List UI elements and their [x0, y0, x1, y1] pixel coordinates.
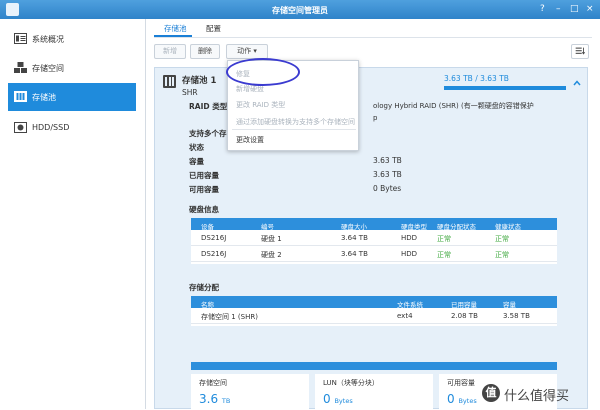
disk-info-title: 硬盘信息 — [189, 205, 219, 214]
cell-type: HDD — [401, 234, 418, 242]
list-view-icon — [575, 47, 586, 55]
menu-item-change-settings[interactable]: 更改设置 — [236, 135, 264, 145]
summary-label: 可用容量 — [447, 379, 475, 387]
table-row[interactable]: 存储空间 1 (SHR) ext4 2.08 TB 3.58 TB — [191, 308, 557, 324]
help-icon[interactable]: ? — [540, 4, 545, 14]
cell-name: 存储空间 1 (SHR) — [201, 313, 258, 321]
menu-separator — [232, 129, 356, 130]
summary-value: 0 — [323, 392, 331, 406]
cell-number: 硬盘 2 — [261, 251, 282, 259]
cell-number: 硬盘 1 — [261, 235, 282, 243]
cell-used: 2.08 TB — [451, 312, 478, 320]
collapse-icon[interactable] — [573, 79, 581, 87]
cell-device: DS216J — [201, 250, 227, 258]
storage-pool-icon — [163, 75, 176, 88]
menu-item-convert-multi-volume[interactable]: 通过添加硬盘转换为支持多个存储空间 — [236, 117, 355, 127]
cell-health-status: 正常 — [495, 251, 509, 259]
delete-button[interactable]: 删除 — [190, 44, 220, 59]
sidebar-item-label: 存储空间 — [32, 64, 64, 73]
overview-icon — [14, 33, 27, 44]
window-title: 存储空间管理员 — [272, 6, 328, 15]
table-row[interactable]: DS216J 硬盘 2 3.64 TB HDD 正常 正常 — [191, 246, 557, 262]
sidebar-item-label: 存储池 — [32, 93, 56, 102]
sidebar-item-hdd-ssd[interactable]: HDD/SSD — [8, 114, 136, 142]
storage-pool-icon — [14, 91, 27, 102]
tab-config[interactable]: 配置 — [206, 23, 221, 34]
maximize-icon[interactable]: □ — [570, 4, 579, 14]
sidebar-item-storage-pool[interactable]: 存储池 — [8, 83, 136, 111]
capacity-value: 3.63 TB — [373, 156, 402, 165]
sidebar: 系统概况 存储空间 存储池 HDD/SSD — [0, 19, 146, 409]
tab-divider — [154, 37, 592, 38]
cell-allocation-status: 正常 — [437, 235, 451, 243]
cell-size: 3.64 TB — [341, 250, 368, 258]
summary-value: 3.6 — [199, 392, 219, 406]
cell-type: HDD — [401, 250, 418, 258]
capacity-label: 容量 — [189, 157, 204, 166]
table-header: 设备 编号 硬盘大小 硬盘类型 硬盘分配状态 健康状态 — [191, 218, 557, 231]
watermark: 值 什么值得买 — [482, 382, 597, 406]
used-capacity-label: 已用容量 — [189, 171, 219, 180]
allocation-bar — [191, 362, 557, 370]
annotation-circle — [226, 58, 300, 86]
status-label: 状态 — [189, 143, 204, 152]
summary-lun: LUN（块等分块） 0 Bytes — [315, 374, 433, 410]
window-titlebar[interactable]: 存储空间管理员 ? – □ × — [0, 0, 600, 19]
cell-capacity: 3.58 TB — [503, 312, 530, 320]
table-header: 名称 文件系统 已用容量 容量 — [191, 296, 557, 309]
main-content: 存储池 配置 新增 删除 动作 ▾ 存储池 1 SHR 3.63 TB / 3.… — [146, 19, 600, 410]
raid-type-label: RAID 类型 — [189, 102, 228, 111]
pool-capacity-bar — [444, 86, 566, 90]
pool-name: 存储池 1 — [182, 76, 217, 86]
watermark-text: 什么值得买 — [504, 389, 570, 404]
allocation-table: 名称 文件系统 已用容量 容量 存储空间 1 (SHR) ext4 2.08 T… — [191, 296, 557, 326]
summary-volume: 存储空间 3.6 TB — [191, 374, 309, 410]
multi-volume-label: 支持多个存 — [189, 129, 227, 138]
summary-unit: Bytes — [458, 397, 477, 405]
menu-item-change-raid[interactable]: 更改 RAID 类型 — [236, 100, 285, 110]
summary-value: 0 — [447, 392, 455, 406]
pool-type: SHR — [182, 88, 198, 97]
cell-size: 3.64 TB — [341, 234, 368, 242]
watermark-logo-icon: 值 — [482, 384, 500, 402]
storage-pool-panel: 存储池 1 SHR 3.63 TB / 3.63 TB RAID 类型 olog… — [154, 67, 588, 410]
cell-device: DS216J — [201, 234, 227, 242]
raid-type-value-cont: p — [373, 114, 378, 122]
sidebar-item-label: HDD/SSD — [32, 123, 70, 132]
used-capacity-value: 3.63 TB — [373, 170, 402, 179]
summary-label: 存储空间 — [199, 379, 227, 387]
new-button[interactable]: 新增 — [154, 44, 186, 59]
table-row[interactable]: DS216J 硬盘 1 3.64 TB HDD 正常 正常 — [191, 230, 557, 246]
minimize-icon[interactable]: – — [556, 4, 561, 14]
tab-storage-pool[interactable]: 存储池 — [164, 23, 187, 34]
sidebar-item-overview[interactable]: 系统概况 — [8, 25, 136, 53]
cell-health-status: 正常 — [495, 235, 509, 243]
cell-allocation-status: 正常 — [437, 251, 451, 259]
available-capacity-value: 0 Bytes — [373, 184, 402, 193]
sidebar-item-volume[interactable]: 存储空间 — [8, 54, 136, 82]
disk-info-table: 设备 编号 硬盘大小 硬盘类型 硬盘分配状态 健康状态 DS216J 硬盘 1 … — [191, 218, 557, 264]
hdd-icon — [14, 122, 27, 133]
sidebar-item-label: 系统概况 — [32, 35, 64, 44]
cell-filesystem: ext4 — [397, 312, 413, 320]
volume-icon — [14, 62, 27, 73]
pool-capacity-text: 3.63 TB / 3.63 TB — [444, 74, 509, 83]
action-button[interactable]: 动作 ▾ — [226, 44, 268, 59]
close-icon[interactable]: × — [586, 4, 594, 14]
view-toggle-button[interactable] — [571, 44, 589, 59]
allocation-title: 存储分配 — [189, 283, 219, 292]
summary-unit: Bytes — [334, 397, 353, 405]
raid-type-value: ology Hybrid RAID (SHR) (有一颗硬盘的容错保护 — [373, 102, 534, 110]
summary-unit: TB — [221, 397, 231, 405]
summary-label: LUN（块等分块） — [323, 379, 379, 387]
available-capacity-label: 可用容量 — [189, 185, 219, 194]
